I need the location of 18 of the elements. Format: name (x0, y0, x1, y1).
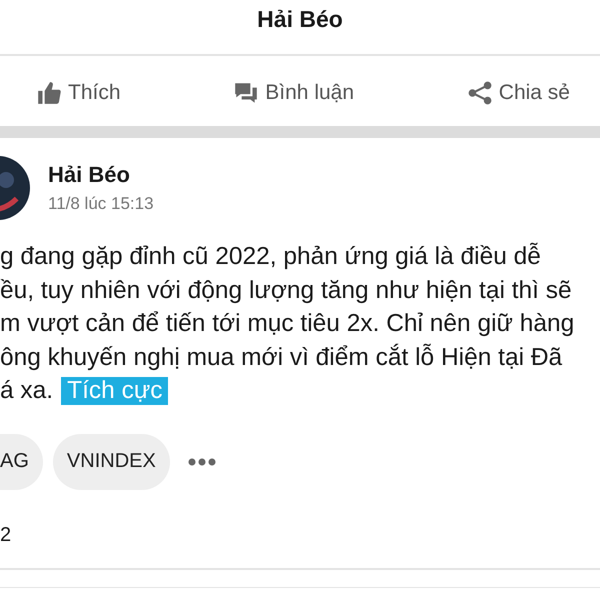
comment-button[interactable]: Bình luận (233, 80, 354, 106)
tag-chip[interactable]: VNINDEX (52, 434, 170, 490)
post-text: m vượt cản để tiến tới mục tiêu 2x. Chỉ nên giữ hàng (0, 309, 574, 339)
post-text: g đang gặp đỉnh cũ 2022, phản ứng giá là điều dễ (0, 242, 541, 272)
thumbs-up-icon (36, 80, 62, 106)
post-text: ều, tuy nhiên với động lượng tăng như hiện tại thì sẽ (0, 276, 572, 306)
reaction-count: 2 (0, 524, 12, 548)
share-icon (466, 80, 493, 106)
like-button[interactable]: Thích (36, 80, 121, 106)
more-icon[interactable] (188, 456, 216, 466)
sentiment-tag: Tích cực (61, 376, 168, 405)
share-button[interactable]: Chia sẻ (466, 80, 570, 106)
post-text: ông khuyến nghị mua mới vì điểm cắt lỗ Hiện tại Đã (0, 342, 562, 372)
tag-chip[interactable]: AG (0, 434, 43, 490)
post-text: á xa. (0, 376, 54, 406)
author-name[interactable]: Hải Béo (48, 162, 154, 188)
page-title: Hải Béo (257, 5, 343, 33)
post-time: 11/8 lúc 15:13 (48, 194, 154, 214)
